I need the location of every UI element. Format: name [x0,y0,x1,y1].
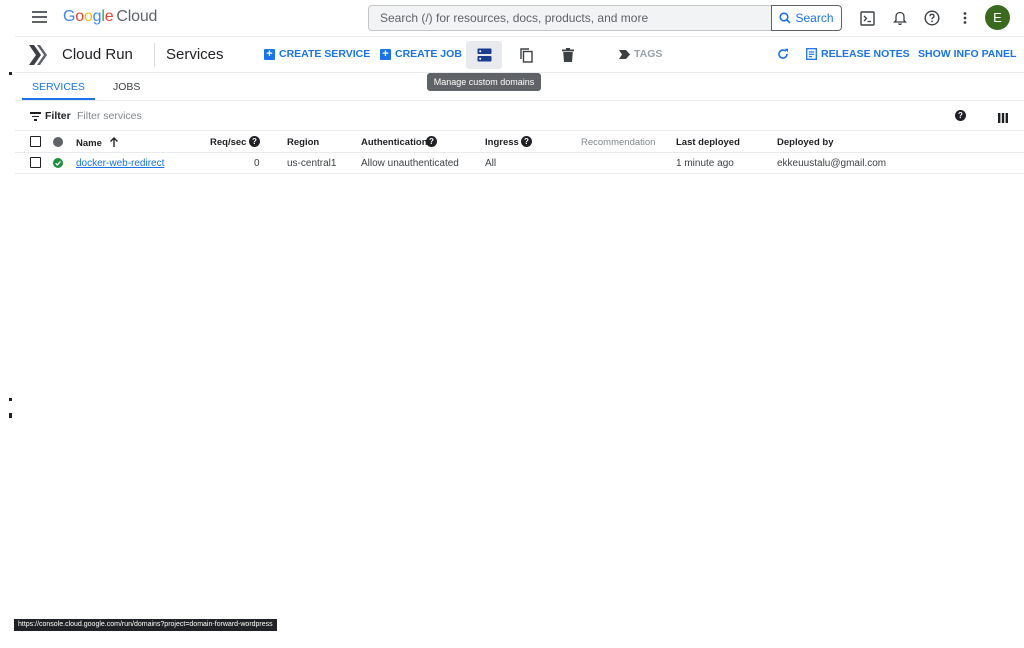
cloud-run-logo-icon [28,44,50,71]
account-avatar[interactable]: E [985,5,1010,30]
release-notes-button[interactable]: RELEASE NOTES [806,48,910,60]
tab-services[interactable]: SERVICES [32,81,85,93]
column-header-name[interactable]: Name [76,137,119,149]
column-header-req-sec[interactable]: Req/sec [210,137,246,148]
column-header-last-deployed[interactable]: Last deployed [676,137,740,148]
last-deployed-value: 1 minute ago [676,158,734,169]
ingress-value: All [485,158,497,169]
column-header-deployed-by[interactable]: Deployed by [777,137,834,148]
copy-button[interactable] [508,41,544,69]
column-header-region[interactable]: Region [287,137,319,148]
show-info-panel-button[interactable]: SHOW INFO PANEL [918,48,1016,60]
cloud-shell-icon[interactable] [857,8,877,28]
filter-icon[interactable] [30,112,41,123]
tags-button[interactable]: TAGS [619,48,662,60]
notifications-bell-icon[interactable] [890,8,910,28]
delete-button[interactable] [550,41,586,69]
header-divider [154,43,155,67]
table-row[interactable]: docker-web-redirect 0 us-central1 Allow … [15,153,1024,174]
filter-input[interactable] [77,107,377,125]
refresh-button[interactable] [777,48,789,60]
select-all-checkbox[interactable] [30,136,41,147]
column-header-authentication[interactable]: Authentication [361,137,428,148]
deployed-by-value: ekkeuustalu@gmail.com [777,158,887,169]
filter-bar: Filter ? [15,101,1024,131]
left-edge-artifact [9,413,12,418]
table-header: Name Req/sec ? Region Authentication ? I… [15,131,1024,153]
manage-custom-domains-button[interactable] [466,41,502,69]
tab-jobs[interactable]: JOBS [113,81,140,93]
release-notes-icon [806,48,817,60]
tooltip: Manage custom domains [427,73,541,91]
add-icon: + [264,48,275,60]
google-cloud-logo[interactable]: Google Cloud [63,8,157,26]
tag-icon [619,49,630,59]
status-header-icon [53,137,63,147]
req-sec-help-icon[interactable]: ? [249,136,260,147]
create-service-button[interactable]: + CREATE SERVICE [264,48,370,60]
create-job-button[interactable]: + CREATE JOB [380,48,462,60]
delete-icon [562,48,574,62]
req-sec-value: 0 [254,158,260,169]
copy-icon [519,47,533,63]
column-display-options-icon[interactable] [998,110,1008,128]
search-icon [779,12,792,24]
main-menu-icon[interactable] [32,11,47,23]
product-name: Cloud Run [62,46,133,63]
search-input[interactable] [369,6,772,30]
row-select-checkbox[interactable] [30,157,41,168]
active-tab-indicator [22,98,95,100]
status-ok-icon [53,158,63,168]
left-edge-artifact [9,398,12,401]
search-field[interactable] [368,5,772,31]
page-title: Services [166,46,224,63]
authentication-help-icon[interactable]: ? [426,136,437,147]
region-value: us-central1 [287,158,337,169]
ingress-help-icon[interactable]: ? [521,136,532,147]
filter-help-icon[interactable]: ? [955,110,966,121]
search-button[interactable]: Search [771,5,842,31]
link-status-url: https://console.cloud.google.com/run/dom… [14,619,277,631]
refresh-icon [778,48,788,59]
product-header: Cloud Run Services + CREATE SERVICE + CR… [15,36,1024,73]
left-edge-artifact [9,72,12,75]
authentication-value: Allow unauthenticated [361,158,459,169]
help-icon[interactable] [922,8,942,28]
domains-icon [477,48,491,62]
service-name-link[interactable]: docker-web-redirect [76,158,164,169]
more-options-icon[interactable] [955,8,975,28]
top-bar: GoogleCloud Search E [0,0,1024,36]
sort-ascending-icon [109,137,118,147]
add-icon: + [380,48,391,60]
column-header-recommendation[interactable]: Recommendation [581,137,655,148]
filter-label[interactable]: Filter [45,110,71,122]
column-header-ingress[interactable]: Ingress [485,137,519,148]
